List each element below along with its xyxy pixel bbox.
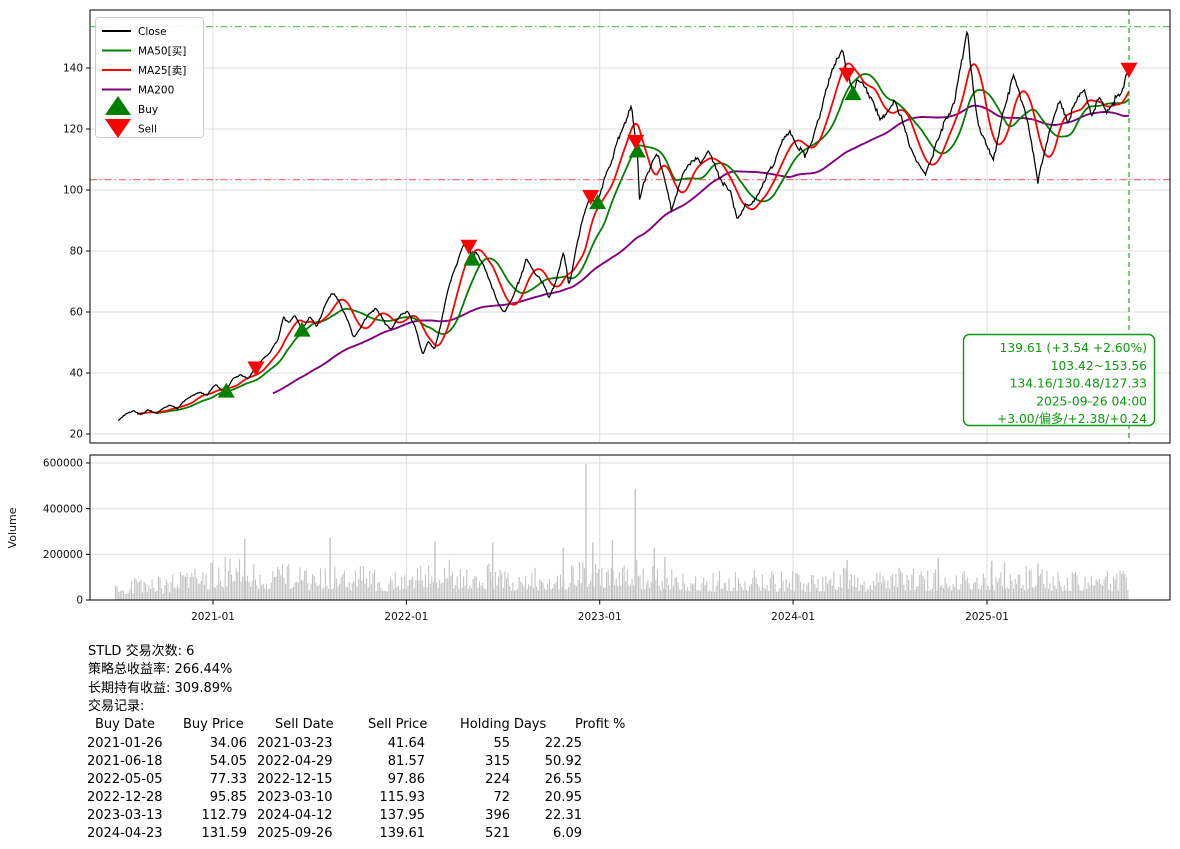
legend-label: Sell bbox=[138, 123, 157, 135]
annotation-line: 2025-09-26 04:00 bbox=[1036, 394, 1147, 408]
trade-cell: 2024-04-12 bbox=[257, 808, 333, 823]
xtick-label: 2021-01 bbox=[191, 611, 235, 623]
legend-label: MA200 bbox=[138, 84, 174, 96]
trade-count-line: STLD 交易次数: 6 bbox=[88, 644, 195, 659]
trade-cell: 26.55 bbox=[544, 772, 582, 787]
sell-marker-icon bbox=[627, 134, 645, 150]
trade-cell: 2023-03-10 bbox=[257, 790, 333, 805]
trade-cell: 521 bbox=[485, 826, 510, 841]
trade-records-label: 交易记录: bbox=[88, 699, 145, 714]
price-volume-chart: 20 40 60 80 100 120 140 0 200000 400000 600000 2021… bbox=[6, 9, 1171, 623]
trade-row: 2024-04-23 131.59 2025-09-26 139.61 521 6.09 bbox=[87, 826, 582, 841]
annotation-line: 139.61 (+3.54 +2.60%) bbox=[1000, 341, 1148, 355]
col-buy-price: Buy Price bbox=[183, 717, 244, 732]
buy-markers bbox=[217, 85, 862, 398]
price-ytick: 100 bbox=[63, 185, 83, 197]
trade-cell: 77.33 bbox=[209, 772, 247, 787]
trade-cell: 55 bbox=[493, 736, 510, 751]
trade-cell: 2024-04-23 bbox=[87, 826, 163, 841]
xtick-label: 2022-01 bbox=[384, 611, 428, 623]
xtick-label: 2024-01 bbox=[771, 611, 815, 623]
col-sell-date: Sell Date bbox=[275, 717, 334, 732]
col-sell-price: Sell Price bbox=[368, 717, 428, 732]
price-ytick: 120 bbox=[63, 124, 83, 136]
panel-borders bbox=[89, 9, 1171, 601]
trade-cell: 6.09 bbox=[553, 826, 582, 841]
volume-ytick: 400000 bbox=[43, 503, 83, 515]
trade-cell: 2021-06-18 bbox=[87, 754, 163, 769]
trade-cell: 81.57 bbox=[387, 754, 425, 769]
trade-cell: 2023-03-13 bbox=[87, 808, 163, 823]
xtick-label: 2023-01 bbox=[578, 611, 622, 623]
volume-ytick: 600000 bbox=[43, 458, 83, 470]
trade-cell: 41.64 bbox=[387, 736, 425, 751]
hold-return-line: 长期持有收益: 309.89% bbox=[88, 681, 233, 696]
trade-cell: 396 bbox=[485, 808, 510, 823]
price-ytick: 60 bbox=[70, 307, 83, 319]
volume-ytick: 0 bbox=[76, 595, 83, 607]
annotation-box: 139.61 (+3.54 +2.60%) 103.42~153.56 134.16… bbox=[962, 333, 1156, 426]
trade-cell: 95.85 bbox=[209, 790, 247, 805]
volume-bars bbox=[114, 463, 1129, 600]
legend-label: Buy bbox=[138, 104, 158, 116]
trade-cell: 137.95 bbox=[379, 808, 426, 823]
trade-cell: 34.06 bbox=[209, 736, 247, 751]
trade-row: 2023-03-13 112.79 2024-04-12 137.95 396 22.31 bbox=[87, 808, 582, 823]
col-profit-pct: Profit % bbox=[575, 717, 626, 732]
trade-row: 2021-01-26 34.06 2021-03-23 41.64 55 22.25 bbox=[87, 736, 582, 751]
trade-cell: 22.31 bbox=[544, 808, 582, 823]
xtick-label: 2025-01 bbox=[965, 611, 1009, 623]
legend: Close MA50[买] MA25[卖] MA200 Buy Sell bbox=[95, 17, 204, 138]
trade-row: 2021-06-18 54.05 2022-04-29 81.57 315 50.92 bbox=[87, 754, 582, 769]
annotation-line: 134.16/130.48/127.33 bbox=[1010, 377, 1147, 391]
trade-cell: 112.79 bbox=[201, 808, 248, 823]
legend-label: Close bbox=[138, 26, 167, 38]
price-ytick: 80 bbox=[70, 246, 83, 258]
trade-cell: 315 bbox=[485, 754, 510, 769]
trade-cell: 2022-05-05 bbox=[87, 772, 163, 787]
trade-cell: 131.59 bbox=[201, 826, 248, 841]
col-holding-days: Holding Days bbox=[460, 717, 547, 732]
buy-marker-icon bbox=[463, 250, 481, 266]
trade-cell: 54.05 bbox=[209, 754, 247, 769]
strategy-return-line: 策略总收益率: 266.44% bbox=[88, 662, 233, 677]
volume-axis-label: Volume bbox=[6, 507, 19, 548]
annotation-line: +3.00/偏多/+2.38/+0.24 bbox=[997, 411, 1147, 426]
gridlines bbox=[90, 10, 1170, 600]
trade-cell: 2022-12-28 bbox=[87, 790, 163, 805]
price-ytick: 40 bbox=[70, 368, 83, 380]
trade-row: 2022-12-28 95.85 2023-03-10 115.93 72 20.95 bbox=[87, 790, 582, 805]
price-ytick: 140 bbox=[63, 63, 83, 75]
trade-cell: 50.92 bbox=[544, 754, 582, 769]
stld-strategy-screenshot: 20 40 60 80 100 120 140 0 200000 400000 600000 2021… bbox=[0, 0, 1180, 849]
trade-cell: 2022-04-29 bbox=[257, 754, 333, 769]
price-ytick: 20 bbox=[70, 429, 83, 441]
trade-cell: 139.61 bbox=[379, 826, 426, 841]
trade-cell: 72 bbox=[493, 790, 510, 805]
trade-cell: 20.95 bbox=[544, 790, 582, 805]
annotation-line: 103.42~153.56 bbox=[1051, 359, 1148, 373]
sell-marker-icon bbox=[1120, 62, 1138, 78]
trade-row: 2022-05-05 77.33 2022-12-15 97.86 224 26.55 bbox=[87, 772, 582, 787]
sell-marker-icon bbox=[247, 361, 265, 377]
trade-cell: 2021-01-26 bbox=[87, 736, 163, 751]
trade-cell: 2022-12-15 bbox=[257, 772, 333, 787]
trade-cell: 115.93 bbox=[379, 790, 426, 805]
trade-cell: 224 bbox=[485, 772, 510, 787]
trade-cell: 2025-09-26 bbox=[257, 826, 333, 841]
legend-label: MA25[卖] bbox=[138, 65, 186, 77]
trade-cell: 2021-03-23 bbox=[257, 736, 333, 751]
col-buy-date: Buy Date bbox=[95, 717, 156, 732]
trade-cell: 22.25 bbox=[544, 736, 582, 751]
trade-cell: 97.86 bbox=[387, 772, 425, 787]
volume-ytick: 200000 bbox=[43, 549, 83, 561]
legend-label: MA50[买] bbox=[138, 45, 186, 57]
